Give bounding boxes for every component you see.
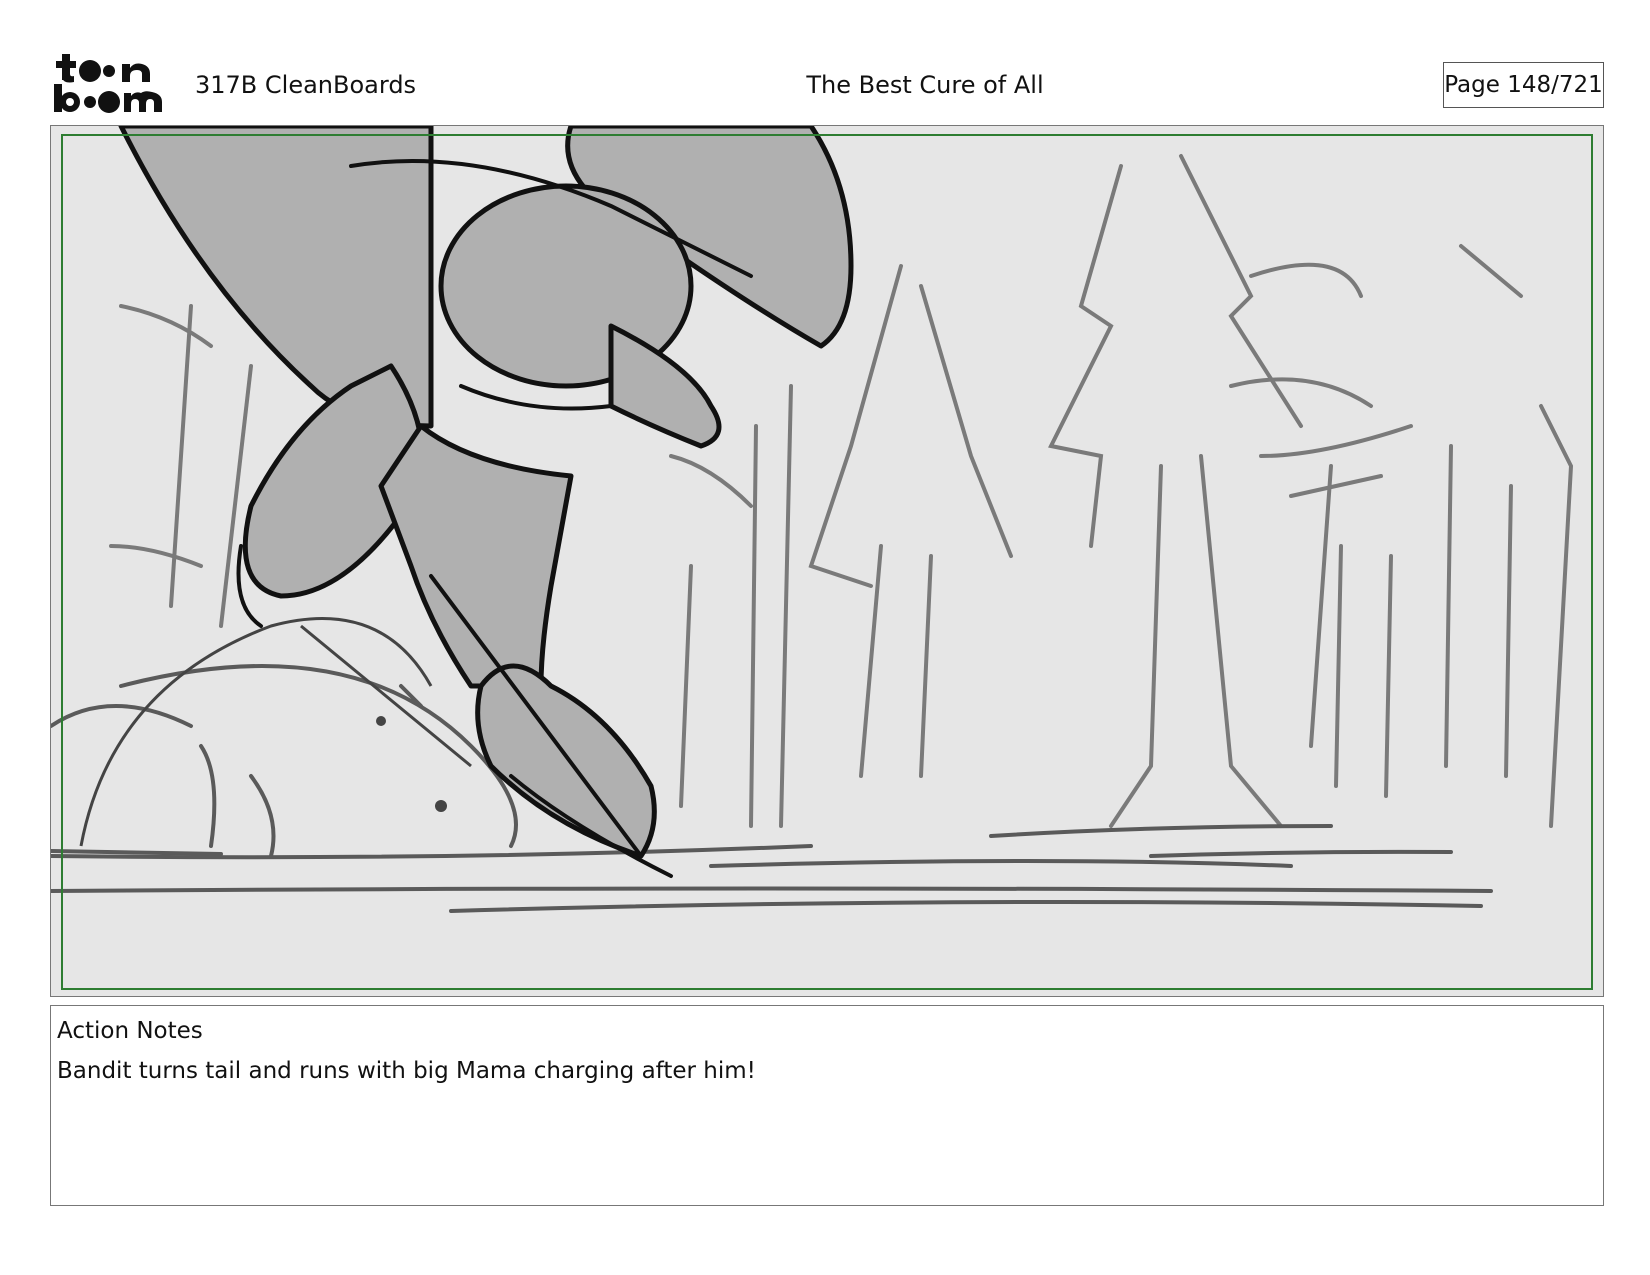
storyboard-panel — [50, 125, 1604, 997]
safe-frame — [61, 134, 1593, 990]
action-notes-box: Action Notes Bandit turns tail and runs … — [50, 1005, 1604, 1206]
board-title: The Best Cure of All — [806, 71, 1044, 99]
action-notes-label: Action Notes — [57, 1018, 203, 1044]
action-notes-text: Bandit turns tail and runs with big Mama… — [57, 1058, 756, 1084]
page-counter: Page 148/721 — [1443, 62, 1604, 108]
